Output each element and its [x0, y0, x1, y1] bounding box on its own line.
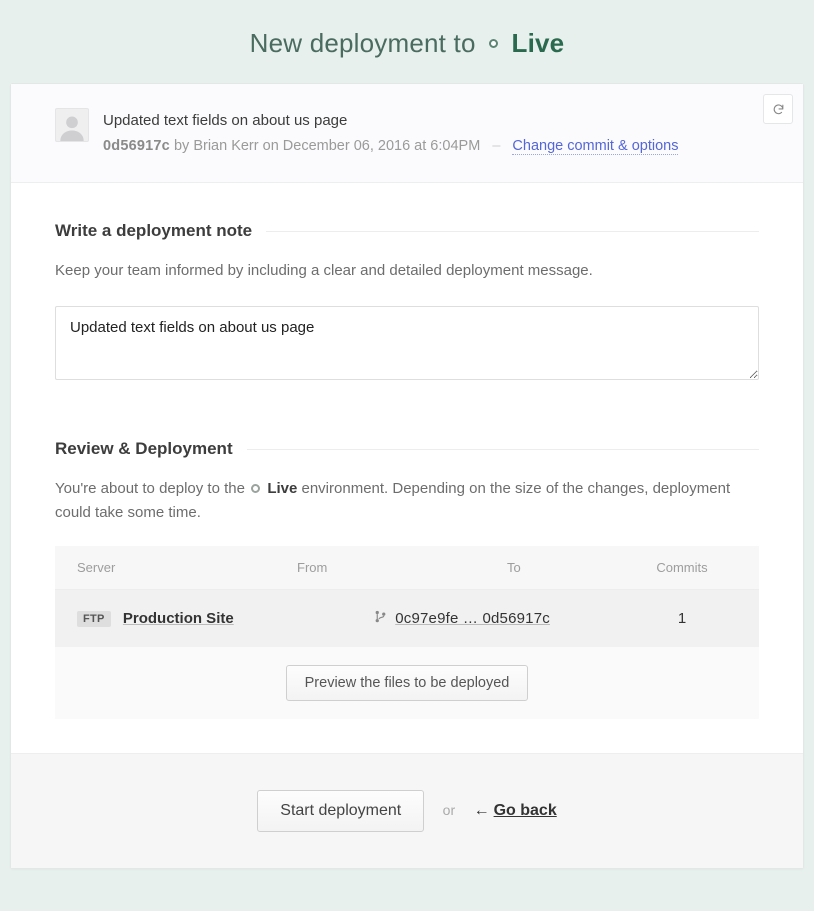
deployment-card: Updated text fields on about us page 0d5… — [10, 83, 804, 869]
table-footer: Preview the files to be deployed — [55, 647, 759, 719]
note-section: Write a deployment note Keep your team i… — [11, 183, 803, 395]
deployment-note-input[interactable] — [55, 306, 759, 380]
env-indicator-dot-inline — [251, 484, 260, 493]
server-name-link[interactable]: Production Site — [123, 610, 234, 627]
person-icon — [58, 113, 86, 141]
commits-count: 1 — [627, 610, 737, 627]
title-prefix: New deployment to — [250, 28, 476, 58]
table-header: Server From To Commits — [55, 546, 759, 590]
start-deployment-button[interactable]: Start deployment — [257, 790, 424, 832]
commit-author: Brian Kerr — [193, 138, 258, 154]
avatar — [55, 108, 89, 142]
note-heading: Write a deployment note — [55, 221, 759, 241]
go-back-link[interactable]: ←Go back — [474, 802, 557, 819]
refresh-icon — [772, 103, 785, 116]
commit-date: December 06, 2016 at 6:04PM — [283, 138, 480, 154]
change-commit-link[interactable]: Change commit & options — [512, 138, 678, 155]
card-footer: Start deployment or ←Go back — [11, 753, 803, 868]
table-row: FTP Production Site 0c97e9fe … 0d56917c … — [55, 590, 759, 648]
commit-summary: Updated text fields on about us page 0d5… — [11, 84, 803, 183]
col-from: From — [297, 560, 507, 575]
commit-hash: 0d56917c — [103, 138, 170, 154]
commit-title: Updated text fields on about us page — [103, 108, 678, 134]
preview-files-button[interactable]: Preview the files to be deployed — [286, 665, 529, 701]
env-name: Live — [512, 28, 565, 58]
separator: – — [492, 138, 500, 154]
page-title: New deployment to Live — [0, 28, 814, 59]
commit-subline: 0d56917c by Brian Kerr on December 06, 2… — [103, 134, 678, 159]
review-heading: Review & Deployment — [55, 439, 759, 459]
col-to: To — [507, 560, 627, 575]
page-header: New deployment to Live — [0, 0, 814, 83]
commit-range-link[interactable]: 0c97e9fe … 0d56917c — [395, 610, 550, 627]
note-description: Keep your team informed by including a c… — [55, 259, 759, 282]
arrow-left-icon: ← — [474, 802, 490, 820]
refresh-button[interactable] — [763, 94, 793, 124]
review-section: Review & Deployment You're about to depl… — [11, 395, 803, 729]
server-cell: FTP Production Site — [77, 610, 297, 627]
col-commits: Commits — [627, 560, 737, 575]
deployment-table: Server From To Commits FTP Production Si… — [55, 546, 759, 720]
env-indicator-dot — [489, 39, 498, 48]
review-description: You're about to deploy to the Live envir… — [55, 477, 759, 524]
by-prefix: by — [174, 138, 189, 154]
col-server: Server — [77, 560, 297, 575]
protocol-badge: FTP — [77, 611, 111, 627]
review-env-name: Live — [267, 480, 297, 497]
or-text: or — [443, 802, 455, 818]
git-branch-icon — [374, 610, 387, 627]
range-cell: 0c97e9fe … 0d56917c — [297, 610, 627, 628]
on-prefix: on — [263, 138, 279, 154]
